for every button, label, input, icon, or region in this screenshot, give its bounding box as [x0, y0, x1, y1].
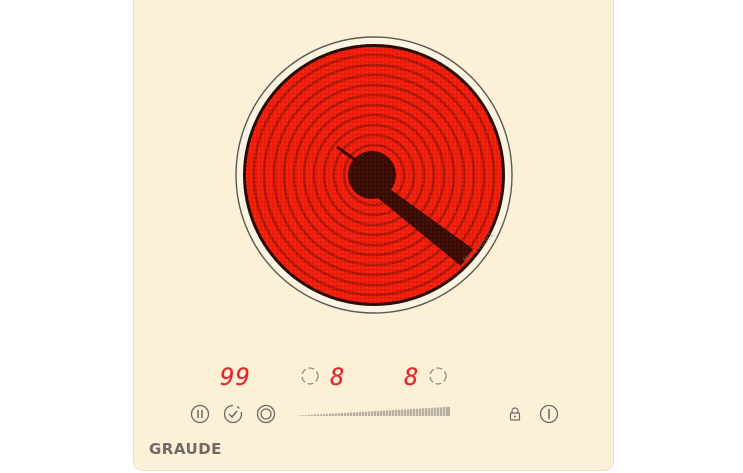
power-slider[interactable] [298, 406, 451, 418]
timer-display: 99 [220, 363, 251, 391]
hi-light-burner: HI-LIGHT [235, 36, 513, 314]
zone-right-level: 8 [404, 363, 420, 391]
pause-icon[interactable] [190, 404, 210, 424]
zone-left-level: 8 [330, 363, 346, 391]
power-icon[interactable] [539, 404, 559, 424]
brand-logo: GRAUDE [149, 440, 222, 458]
timer-icon[interactable] [223, 404, 243, 424]
zone-right-indicator-icon [429, 367, 447, 385]
zone-select-icon[interactable] [256, 404, 276, 424]
zone-left-indicator-icon [301, 367, 319, 385]
lock-icon[interactable] [508, 406, 522, 422]
